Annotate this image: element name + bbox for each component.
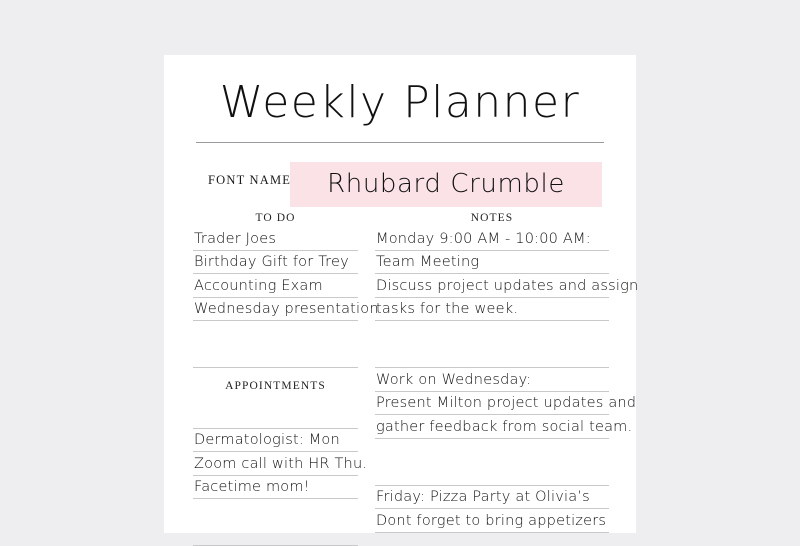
left-column: TO DO Trader Joes Birthday Gift for Trey… [193,210,358,546]
notes-block-3: Friday: Pizza Party at Olivia’s Dont for… [375,486,609,533]
appointments-list: Dermatologist: Mon Zoom call with HR Thu… [193,405,358,546]
list-item-empty[interactable] [193,499,358,523]
note-line-text: Dont forget to bring appetizers [376,512,606,531]
appointments-heading: APPOINTMENTS [193,378,358,395]
title-divider [196,142,604,143]
todo-heading: TO DO [193,210,358,227]
list-item-empty[interactable] [193,405,358,429]
list-item[interactable]: Dont forget to bring appetizers [375,509,609,533]
list-item[interactable]: tasks for the week. [375,298,609,322]
todo-item-text: Wednesday presentation [194,300,379,319]
note-line-text: Friday: Pizza Party at Olivia’s [376,488,590,507]
note-line-text: Discuss project updates and assign [376,277,638,296]
list-item[interactable]: Dermatologist: Mon [193,429,358,453]
note-line-text: Team Meeting [376,253,479,272]
list-item-empty[interactable] [193,523,358,546]
column-spacer [193,368,358,378]
list-item[interactable]: Wednesday presentation [193,298,358,322]
list-item-empty[interactable] [193,345,358,369]
todo-item-text: Birthday Gift for Trey [194,253,349,272]
note-line-text: tasks for the week. [376,300,518,319]
list-item[interactable]: Friday: Pizza Party at Olivia’s [375,486,609,510]
list-item[interactable]: Team Meeting [375,251,609,275]
todo-list: Trader Joes Birthday Gift for Trey Accou… [193,227,358,368]
list-item-empty[interactable] [375,345,609,369]
list-item[interactable]: Zoom call with HR Thu. [193,452,358,476]
list-item[interactable]: Present Milton project updates and [375,392,609,416]
list-item-empty[interactable] [193,321,358,345]
note-line-text: gather feedback from social team. [376,418,632,437]
list-item[interactable]: Work on Wednesday: [375,368,609,392]
notes-block-2: Work on Wednesday: Present Milton projec… [375,368,609,486]
list-item[interactable]: Trader Joes [193,227,358,251]
notes-heading: NOTES [375,210,609,227]
list-item-empty[interactable] [375,321,609,345]
appointment-item-text: Dermatologist: Mon [194,431,340,450]
column-spacer [193,395,358,405]
page-title: Weekly Planner [164,77,636,129]
list-item[interactable]: gather feedback from social team. [375,415,609,439]
list-item-empty[interactable] [375,462,609,486]
appointment-item-text: Zoom call with HR Thu. [194,455,367,474]
note-line-text: Present Milton project updates and [376,394,636,413]
todo-item-text: Trader Joes [194,230,276,249]
list-item[interactable]: Discuss project updates and assign [375,274,609,298]
note-line-text: Monday 9:00 AM - 10:00 AM: [376,230,591,249]
font-name-value: Rhubard Crumble [290,162,602,207]
list-item[interactable]: Birthday Gift for Trey [193,251,358,275]
list-item[interactable]: Accounting Exam [193,274,358,298]
list-item[interactable]: Monday 9:00 AM - 10:00 AM: [375,227,609,251]
todo-item-text: Accounting Exam [194,277,323,296]
appointment-item-text: Facetime mom! [194,478,310,497]
font-name-field[interactable]: Rhubard Crumble [290,162,602,207]
list-item-empty[interactable] [375,439,609,463]
notes-block-1: Monday 9:00 AM - 10:00 AM: Team Meeting … [375,227,609,368]
screenshot-canvas: Weekly Planner FONT NAME: Rhubard Crumbl… [0,0,800,533]
planner-page: Weekly Planner FONT NAME: Rhubard Crumbl… [164,55,636,533]
right-column: NOTES Monday 9:00 AM - 10:00 AM: Team Me… [375,210,609,533]
list-item[interactable]: Facetime mom! [193,476,358,500]
note-line-text: Work on Wednesday: [376,371,531,390]
font-name-label: FONT NAME: [208,173,296,188]
